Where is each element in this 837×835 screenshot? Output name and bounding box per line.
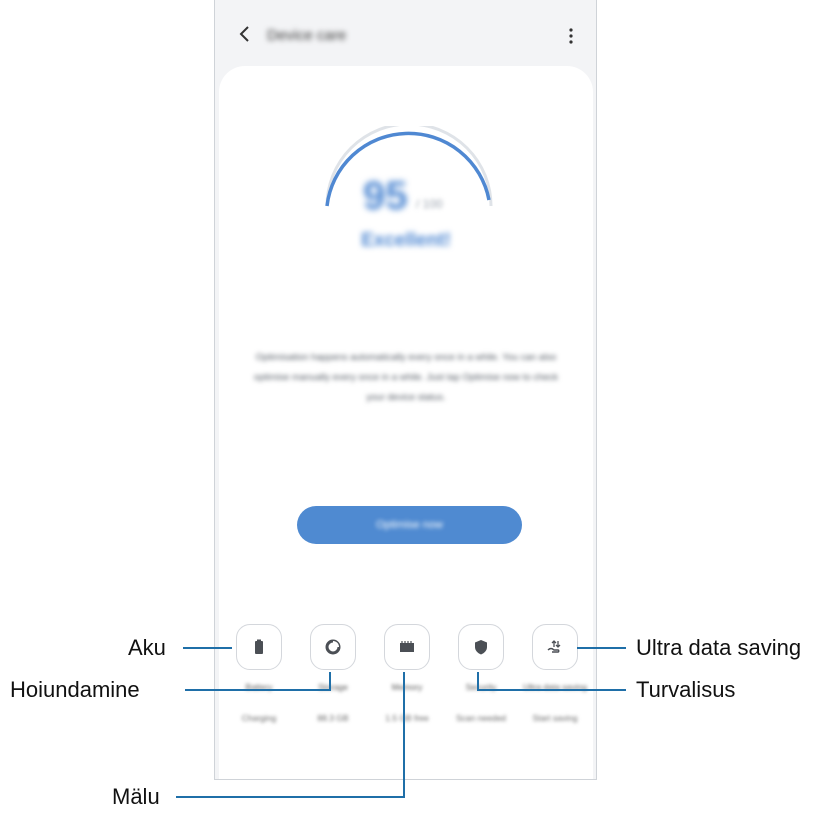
callout-turvalisus: Turvalisus <box>636 677 736 702</box>
security-status: Scan needed <box>455 713 507 723</box>
description-text: Optimisation happens automatically every… <box>253 352 559 403</box>
battery-tile[interactable] <box>236 624 282 670</box>
shield-icon <box>475 640 487 655</box>
memory-status: 1.5 GB free <box>385 713 429 723</box>
callout-hoiundamine: Hoiundamine <box>10 677 140 702</box>
storage-status: 88.3 GB <box>317 713 349 723</box>
score-max: / 100 <box>416 197 443 211</box>
ultra-data-saving-status: Start saving <box>532 713 578 723</box>
security-tile[interactable] <box>458 624 504 670</box>
optimise-now-button[interactable]: Optimise now <box>297 506 522 544</box>
battery-status: Charging <box>241 713 277 723</box>
storage-label: Storage <box>318 682 348 692</box>
memory-chip-icon <box>400 641 414 652</box>
battery-label: Battery <box>245 682 273 692</box>
score-value: 95 <box>363 174 408 218</box>
top-bar: Device care <box>215 0 596 68</box>
more-vertical-icon[interactable] <box>566 26 576 46</box>
callout-aku: Aku <box>128 635 166 660</box>
score-gauge <box>325 126 493 207</box>
optimise-now-label: Optimise now <box>376 519 443 531</box>
device-care-card: 95 / 100 Excellent! Optimisation happens… <box>219 66 593 779</box>
ultra-data-saving-tile[interactable] <box>532 624 578 670</box>
score-status: Excellent! <box>361 230 451 251</box>
memory-tile[interactable] <box>384 624 430 670</box>
page-title: Device care <box>267 27 347 44</box>
battery-icon <box>255 639 263 654</box>
data-saving-icon <box>547 640 561 653</box>
security-label: Security <box>465 682 497 692</box>
storage-pie-icon <box>325 639 341 655</box>
memory-label: Memory <box>391 682 423 692</box>
chevron-left-icon[interactable] <box>233 22 257 46</box>
callout-ultra-data-saving: Ultra data saving <box>636 635 802 660</box>
storage-tile[interactable] <box>310 624 356 670</box>
phone-screen: Device care 95 / 100 Excellent! Optimisa… <box>214 0 597 780</box>
callout-malu: Mälu <box>112 784 160 809</box>
ultra-data-saving-label: Ultra data saving <box>523 682 587 692</box>
